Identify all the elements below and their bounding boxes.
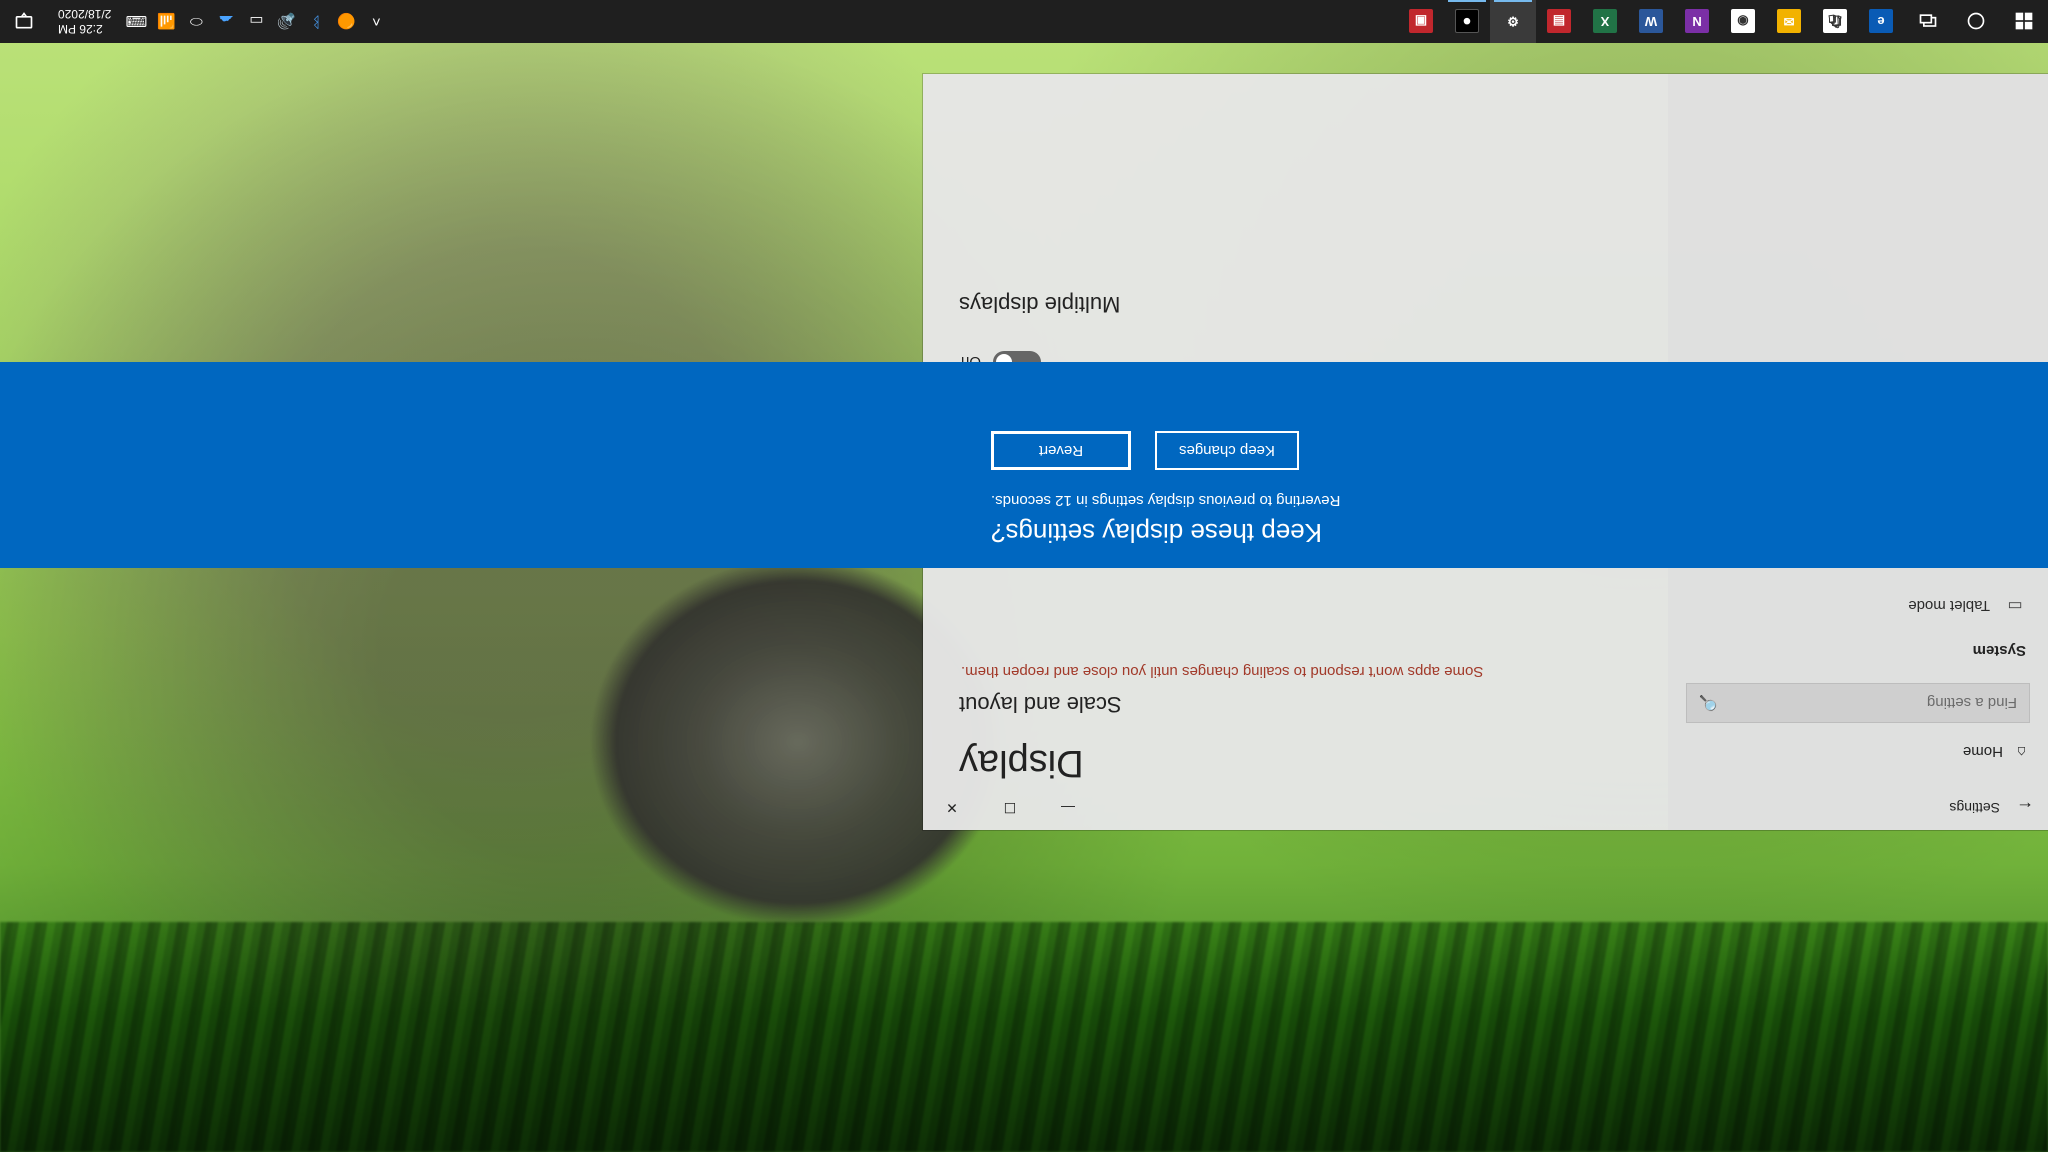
group-scale-heading: Scale and layout — [953, 691, 1638, 717]
tray-wifi-icon[interactable]: 📶 — [151, 0, 181, 43]
home-icon: ⌂ — [2017, 743, 2026, 760]
app-store[interactable]: 🛍 — [1812, 0, 1858, 43]
tray-keyboard-icon[interactable]: ⌨ — [121, 0, 151, 43]
app-screenrec[interactable]: ⏺ — [1444, 0, 1490, 43]
system-tray: ˄ 🟠 ᛒ 🔊 ▭ ☁ ⬭ 📶 ⌨ — [121, 0, 391, 43]
banner-message: Reverting to previous display settings i… — [991, 492, 2028, 509]
app-edge[interactable]: e — [1858, 0, 1904, 43]
window-controls: — ☐ ✕ — [923, 786, 1097, 830]
scaling-warning: Some apps won't respond to scaling chang… — [953, 661, 1638, 681]
taskbar-apps: e 🛍 ✉ ◉ N W X ▤ ⚙ ⏺ ▣ — [1398, 0, 1904, 43]
page-title: Display — [953, 741, 1638, 784]
wallpaper-grass — [0, 922, 2048, 1152]
search-icon: 🔍 — [1699, 694, 1718, 712]
tray-battery-icon[interactable]: ▭ — [241, 0, 271, 43]
app-excel[interactable]: X — [1582, 0, 1628, 43]
app-onenote[interactable]: N — [1674, 0, 1720, 43]
settings-titlebar: ← Settings — [1668, 786, 2048, 830]
tray-chevron[interactable]: ˄ — [361, 0, 391, 43]
sidebar-item-label: Tablet mode — [1908, 598, 1990, 615]
app-mail[interactable]: ✉ — [1766, 0, 1812, 43]
minimize-button[interactable]: — — [1039, 786, 1097, 830]
search-placeholder: Find a setting — [1927, 695, 2017, 712]
search-input[interactable]: Find a setting 🔍 — [1686, 683, 2030, 723]
tray-volume-icon[interactable]: 🔊 — [271, 0, 301, 43]
windows-icon — [2014, 12, 2034, 32]
tray-onedrive-icon[interactable]: ☁ — [211, 0, 241, 43]
maximize-button[interactable]: ☐ — [981, 786, 1039, 830]
settings-window-title: Settings — [1949, 800, 2000, 816]
taskview-button[interactable] — [1904, 0, 1952, 43]
action-center-button[interactable] — [0, 0, 48, 43]
app-word[interactable]: W — [1628, 0, 1674, 43]
group-multi-heading: Multiple displays — [953, 291, 1638, 317]
app-chrome[interactable]: ◉ — [1720, 0, 1766, 43]
taskbar: e 🛍 ✉ ◉ N W X ▤ ⚙ ⏺ ▣ ˄ 🟠 ᛒ 🔊 ▭ ☁ ⬭ 📶 ⌨ … — [0, 0, 2048, 43]
cortana-icon — [1966, 12, 1986, 32]
taskbar-clock[interactable]: 2:26 PM 2/18/2020 — [48, 7, 121, 37]
tray-security-icon[interactable]: ⬭ — [181, 0, 211, 43]
clock-time: 2:26 PM — [58, 22, 111, 37]
app-red[interactable]: ▣ — [1398, 0, 1444, 43]
sidebar-home-label: Home — [1963, 743, 2003, 760]
settings-window: ← Settings ⌂ Home Find a setting 🔍 Syste… — [923, 74, 2048, 830]
revert-button[interactable]: Revert — [991, 431, 1131, 470]
notification-icon — [14, 12, 34, 32]
tablet-icon: ▭ — [2006, 596, 2024, 616]
display-confirm-banner: Keep these display settings? Reverting t… — [923, 362, 2048, 568]
start-button[interactable] — [2000, 0, 2048, 43]
tray-bluetooth-icon[interactable]: ᛒ — [301, 0, 331, 43]
tray-weather-icon[interactable]: 🟠 — [331, 0, 361, 43]
back-arrow-icon[interactable]: ← — [2016, 798, 2034, 819]
taskview-icon — [1918, 12, 1938, 32]
sidebar-home[interactable]: ⌂ Home — [1686, 733, 2030, 770]
clock-date: 2/18/2020 — [58, 7, 111, 22]
cortana-button[interactable] — [1952, 0, 2000, 43]
sidebar-item-tablet[interactable]: ▭ Tablet mode — [1686, 584, 2030, 628]
close-button[interactable]: ✕ — [923, 786, 981, 830]
sidebar-section-system: System — [1686, 642, 2026, 659]
app-pdf[interactable]: ▤ — [1536, 0, 1582, 43]
app-settings[interactable]: ⚙ — [1490, 0, 1536, 43]
banner-title: Keep these display settings? — [991, 517, 2028, 548]
keep-changes-button[interactable]: Keep changes — [1155, 431, 1299, 470]
